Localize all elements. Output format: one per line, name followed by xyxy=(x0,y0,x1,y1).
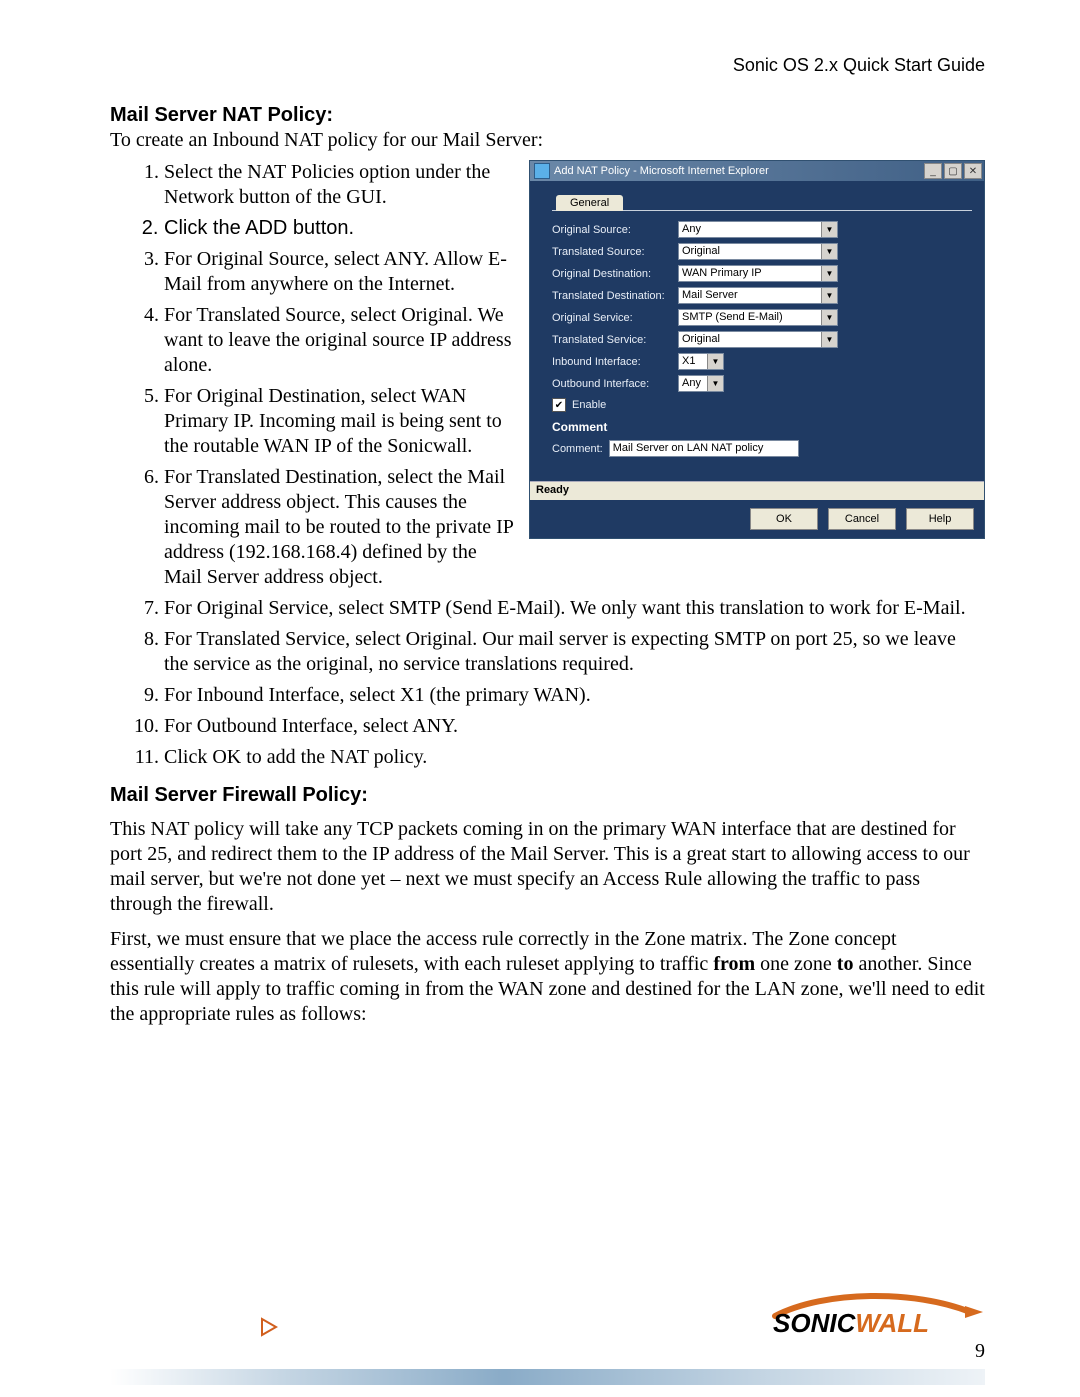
sonicwall-logo: SONICWALL xyxy=(765,1282,985,1338)
section-heading-firewall: Mail Server Firewall Policy: xyxy=(110,784,985,807)
select-original-service[interactable]: SMTP (Send E-Mail) ▼ xyxy=(678,309,838,326)
value-translated-destination: Mail Server xyxy=(679,288,821,303)
chevron-down-icon: ▼ xyxy=(707,354,723,369)
label-original-source: Original Source: xyxy=(552,224,678,236)
logo-text-sonic: SONIC xyxy=(773,1308,857,1338)
value-translated-service: Original xyxy=(679,332,821,347)
select-translated-source[interactable]: Original ▼ xyxy=(678,243,838,260)
logo-text-wall: WALL xyxy=(855,1308,929,1338)
value-inbound-interface: X1 xyxy=(679,354,707,369)
step-10: For Outbound Interface, select ANY. xyxy=(164,714,985,739)
chevron-down-icon: ▼ xyxy=(821,266,837,281)
value-translated-source: Original xyxy=(679,244,821,259)
value-original-source: Any xyxy=(679,222,821,237)
ie-icon xyxy=(534,163,550,179)
input-comment[interactable]: Mail Server on LAN NAT policy xyxy=(609,440,799,457)
step-9: For Inbound Interface, select X1 (the pr… xyxy=(164,683,985,708)
doc-header: Sonic OS 2.x Quick Start Guide xyxy=(110,55,985,76)
fw-p2-from: from xyxy=(713,953,755,975)
ok-button[interactable]: OK xyxy=(750,508,818,530)
cancel-button[interactable]: Cancel xyxy=(828,508,896,530)
firewall-para-1: This NAT policy will take any TCP packet… xyxy=(110,817,985,917)
fw-p2-to: to xyxy=(837,953,854,975)
chevron-down-icon: ▼ xyxy=(821,244,837,259)
label-translated-service: Translated Service: xyxy=(552,334,678,346)
dialog-titlebar: Add NAT Policy - Microsoft Internet Expl… xyxy=(530,161,984,181)
label-comment: Comment: xyxy=(552,443,603,455)
page-number: 9 xyxy=(110,1340,985,1363)
firewall-para-2: First, we must ensure that we place the … xyxy=(110,927,985,1027)
select-original-source[interactable]: Any ▼ xyxy=(678,221,838,238)
chevron-down-icon: ▼ xyxy=(707,376,723,391)
chevron-down-icon: ▼ xyxy=(821,288,837,303)
nat-policy-dialog: Add NAT Policy - Microsoft Internet Expl… xyxy=(529,160,985,539)
value-original-destination: WAN Primary IP xyxy=(679,266,821,281)
close-button[interactable]: ✕ xyxy=(964,163,982,179)
fw-p2-c: one zone xyxy=(755,953,837,975)
chevron-down-icon: ▼ xyxy=(821,310,837,325)
select-translated-destination[interactable]: Mail Server ▼ xyxy=(678,287,838,304)
value-outbound-interface: Any xyxy=(679,376,707,391)
select-original-destination[interactable]: WAN Primary IP ▼ xyxy=(678,265,838,282)
step-11: Click OK to add the NAT policy. xyxy=(164,745,985,770)
select-inbound-interface[interactable]: X1 ▼ xyxy=(678,353,724,370)
step-8: For Translated Service, select Original.… xyxy=(164,627,985,677)
label-original-destination: Original Destination: xyxy=(552,268,678,280)
tab-general[interactable]: General xyxy=(556,195,623,211)
status-bar: Ready xyxy=(530,481,984,500)
label-inbound-interface: Inbound Interface: xyxy=(552,356,678,368)
chevron-down-icon: ▼ xyxy=(821,222,837,237)
nat-intro: To create an Inbound NAT policy for our … xyxy=(110,129,985,152)
svg-text:SONICWALL: SONICWALL xyxy=(773,1308,929,1338)
dialog-title: Add NAT Policy - Microsoft Internet Expl… xyxy=(554,165,922,177)
checkbox-enable[interactable]: ✔ xyxy=(552,398,566,412)
label-translated-destination: Translated Destination: xyxy=(552,290,678,302)
label-original-service: Original Service: xyxy=(552,312,678,324)
minimize-button[interactable]: _ xyxy=(924,163,942,179)
select-outbound-interface[interactable]: Any ▼ xyxy=(678,375,724,392)
label-enable: Enable xyxy=(572,399,606,411)
value-original-service: SMTP (Send E-Mail) xyxy=(679,310,821,325)
maximize-button[interactable]: ▢ xyxy=(944,163,962,179)
decorative-gradient-bar xyxy=(110,1369,985,1385)
select-translated-service[interactable]: Original ▼ xyxy=(678,331,838,348)
label-translated-source: Translated Source: xyxy=(552,246,678,258)
label-outbound-interface: Outbound Interface: xyxy=(552,378,678,390)
step-7: For Original Service, select SMTP (Send … xyxy=(164,596,985,621)
comment-heading: Comment xyxy=(552,420,972,434)
help-button[interactable]: Help xyxy=(906,508,974,530)
section-heading-nat: Mail Server NAT Policy: xyxy=(110,104,985,127)
chevron-down-icon: ▼ xyxy=(821,332,837,347)
